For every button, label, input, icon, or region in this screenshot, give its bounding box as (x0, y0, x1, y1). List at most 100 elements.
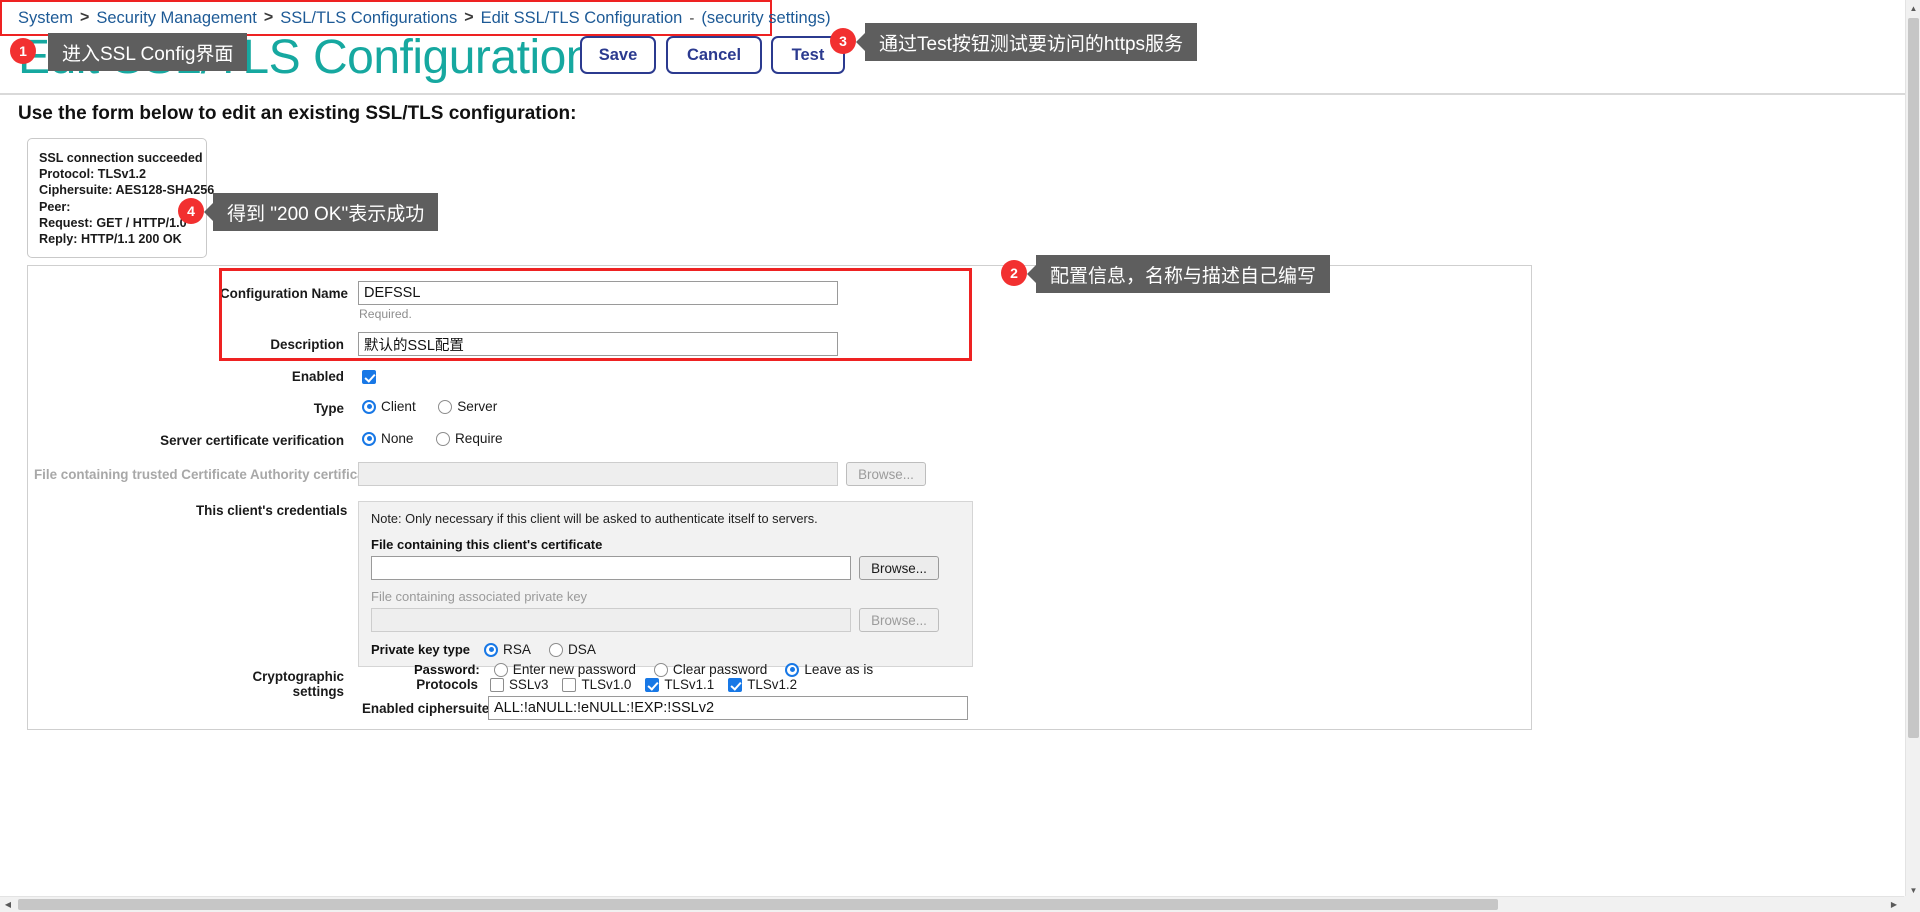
type-radio-client[interactable]: Client (362, 399, 416, 414)
checkbox-off-icon (490, 677, 504, 692)
scroll-left-icon[interactable]: ◀ (0, 897, 16, 912)
server-cert-verification-label: Server certificate verification (160, 433, 344, 449)
annotation-badge-4: 4 (178, 198, 204, 224)
password-radio-enter-new[interactable]: Enter new password (493, 662, 636, 677)
breadcrumb-separator: > (464, 9, 474, 26)
field-enabled-ciphersuites: Enabled ciphersuites (362, 696, 968, 720)
verification-option-label: None (381, 431, 414, 446)
horizontal-scrollbar[interactable]: ◀ ▶ (0, 896, 1920, 912)
trusted-ca-file-input[interactable] (358, 462, 838, 486)
annotation-badge-3: 3 (830, 28, 856, 54)
private-key-file-input[interactable] (371, 608, 851, 632)
password-radio-clear[interactable]: Clear password (653, 662, 768, 677)
annotation-badge-2: 2 (1001, 260, 1027, 286)
cancel-button[interactable]: Cancel (666, 36, 762, 74)
annotation-callout-3: 通过Test按钮测试要访问的https服务 (855, 23, 1198, 61)
app-root: System > Security Management > SSL/TLS C… (0, 0, 1920, 912)
password-option-label: Enter new password (512, 662, 636, 677)
breadcrumb-item-edit-ssl-tls-configuration[interactable]: Edit SSL/TLS Configuration (481, 9, 683, 28)
configuration-name-label: Configuration Name (220, 285, 348, 301)
field-enabled: Enabled (220, 369, 980, 384)
client-certificate-input[interactable] (371, 556, 851, 580)
password-option-label: Leave as is (804, 662, 874, 677)
protocol-checkbox-sslv3[interactable]: SSLv3 (490, 677, 548, 692)
enabled-ciphersuites-input[interactable] (488, 696, 968, 720)
ssl-result-line: Ciphersuite: AES128-SHA256 (39, 183, 215, 198)
breadcrumb-item-security-management[interactable]: Security Management (96, 9, 257, 28)
breadcrumb-item-system[interactable]: System (18, 9, 73, 28)
field-type: Type Client Server (220, 399, 980, 419)
protocol-checkbox-tlsv10[interactable]: TLSv1.0 (562, 677, 631, 692)
protocols-label: Protocols (416, 677, 478, 692)
checkbox-off-icon (562, 677, 577, 692)
trusted-ca-file-label: File containing trusted Certificate Auth… (34, 466, 393, 482)
private-key-type-option-label: RSA (503, 642, 531, 657)
cryptographic-settings-label: Cryptographic settings (252, 669, 344, 699)
protocol-label: TLSv1.0 (581, 677, 632, 692)
ssl-result-line: Reply: HTTP/1.1 200 OK (39, 232, 182, 247)
field-trusted-ca-file: File containing trusted Certificate Auth… (34, 462, 974, 486)
client-credentials-panel: Note: Only necessary if this client will… (358, 501, 973, 677)
header-divider (0, 93, 1905, 95)
breadcrumb: System > Security Management > SSL/TLS C… (0, 0, 831, 36)
private-key-file-label: File containing associated private key (371, 589, 588, 604)
ssl-test-result-box: SSL connection succeeded Protocol: TLSv1… (27, 138, 215, 258)
private-key-type-radio-rsa[interactable]: RSA (484, 642, 531, 657)
field-configuration-name: Configuration Name (220, 281, 980, 305)
configuration-name-input[interactable] (358, 281, 838, 305)
enabled-label: Enabled (291, 369, 344, 384)
verification-radio-require[interactable]: Require (435, 431, 503, 446)
radio-on-icon (785, 662, 800, 677)
password-label: Password: (414, 662, 480, 677)
client-certificate-label: File containing this client's certificat… (371, 537, 603, 552)
field-protocols: Protocols SSLv3 TLSv1.0 TLSv1.1 TLSv1.2 (388, 677, 811, 692)
enabled-checkbox[interactable] (362, 369, 376, 384)
intro-text: Use the form below to edit an existing S… (18, 103, 577, 124)
radio-off-icon (435, 431, 450, 446)
description-input[interactable] (358, 332, 838, 356)
radio-off-icon (548, 642, 563, 657)
verification-option-label: Require (454, 431, 503, 446)
enabled-ciphersuites-label: Enabled ciphersuites (362, 700, 497, 716)
client-certificate-browse-button[interactable]: Browse... (859, 556, 939, 580)
breadcrumb-suffix: (security settings) (701, 8, 831, 27)
private-key-type-label: Private key type (371, 642, 471, 657)
ssl-result-line: Peer: (39, 199, 71, 214)
radio-off-icon (653, 662, 668, 677)
horizontal-scrollbar-thumb[interactable] (18, 899, 1498, 910)
save-button[interactable]: Save (580, 36, 656, 74)
type-option-label: Server (457, 399, 498, 414)
private-key-type-radio-dsa[interactable]: DSA (548, 642, 596, 657)
checkbox-on-icon (645, 677, 660, 692)
protocol-label: SSLv3 (509, 677, 549, 692)
vertical-scrollbar[interactable]: ▲ ▼ (1905, 0, 1920, 898)
private-key-browse-button[interactable]: Browse... (859, 608, 939, 632)
scroll-right-icon[interactable]: ▶ (1886, 897, 1902, 912)
trusted-ca-browse-button[interactable]: Browse... (846, 462, 926, 486)
client-credentials-label: This client's credentials (196, 503, 348, 518)
breadcrumb-separator: > (80, 9, 90, 26)
protocol-checkbox-tlsv12[interactable]: TLSv1.2 (728, 677, 797, 692)
vertical-scrollbar-thumb[interactable] (1908, 18, 1919, 738)
scrollbar-corner (1904, 896, 1920, 912)
annotation-callout-4: 得到 "200 OK"表示成功 (203, 193, 439, 231)
radio-off-icon (438, 399, 453, 414)
client-credentials-note: Note: Only necessary if this client will… (371, 511, 818, 526)
scroll-up-icon[interactable]: ▲ (1906, 0, 1920, 16)
description-label: Description (270, 336, 344, 352)
ssl-result-line: SSL connection succeeded (39, 151, 203, 165)
type-radio-server[interactable]: Server (438, 399, 497, 414)
radio-off-icon (493, 662, 508, 677)
breadcrumb-item-ssl-tls-configurations[interactable]: SSL/TLS Configurations (280, 9, 457, 28)
ssl-result-line: Protocol: TLSv1.2 (39, 167, 147, 182)
protocol-label: TLSv1.2 (747, 677, 798, 692)
type-option-label: Client (381, 399, 416, 414)
protocol-label: TLSv1.1 (664, 677, 715, 692)
password-option-label: Clear password (672, 662, 768, 677)
password-radio-leave-as-is[interactable]: Leave as is (785, 662, 873, 677)
radio-on-icon (484, 642, 499, 657)
protocol-checkbox-tlsv11[interactable]: TLSv1.1 (645, 677, 714, 692)
ssl-result-line: Request: GET / HTTP/1.0 (39, 215, 187, 230)
private-key-type-option-label: DSA (567, 642, 596, 657)
verification-radio-none[interactable]: None (362, 431, 414, 446)
